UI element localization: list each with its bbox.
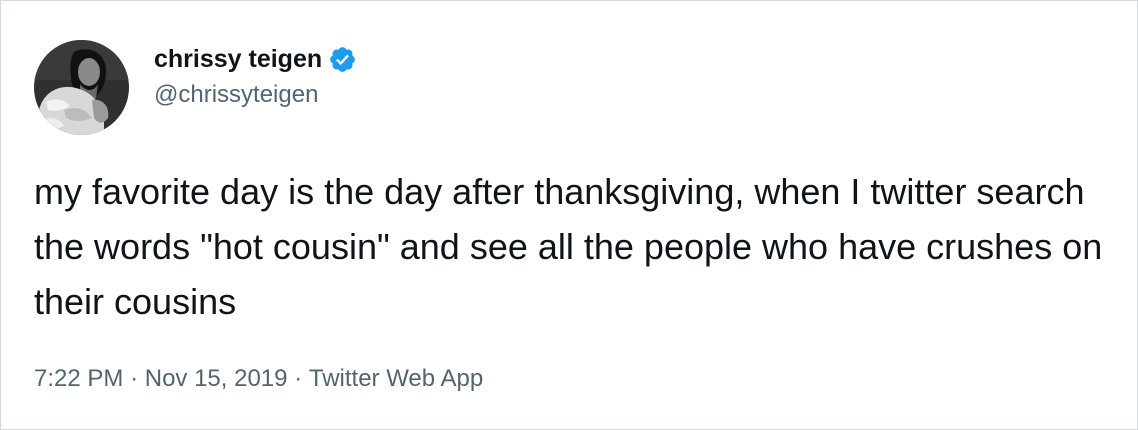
- tweet-card: chrissy teigen @chrissyteigen my favorit…: [0, 0, 1138, 430]
- tweet-metadata: 7:22 PM · Nov 15, 2019 · Twitter Web App: [34, 365, 483, 393]
- tweet-date[interactable]: Nov 15, 2019: [145, 365, 288, 393]
- user-avatar-image: [34, 40, 129, 135]
- author-handle[interactable]: @chrissyteigen: [154, 81, 357, 109]
- verified-badge-icon: [328, 45, 357, 74]
- tweet-time[interactable]: 7:22 PM: [34, 365, 123, 393]
- meta-separator: ·: [294, 365, 303, 392]
- tweet-text: my favorite day is the day after thanksg…: [34, 171, 1103, 322]
- tweet-author: chrissy teigen @chrissyteigen: [154, 41, 357, 109]
- avatar[interactable]: [34, 40, 129, 135]
- meta-separator: ·: [130, 365, 139, 392]
- author-display-name[interactable]: chrissy teigen: [154, 45, 322, 74]
- tweet-source[interactable]: Twitter Web App: [309, 365, 483, 393]
- author-name-row: chrissy teigen: [154, 41, 357, 77]
